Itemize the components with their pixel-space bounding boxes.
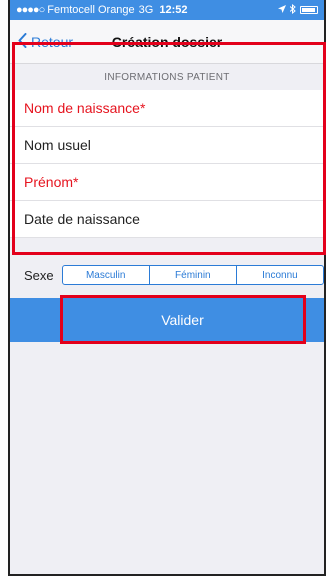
back-button[interactable]: Retour [18,20,73,64]
sex-segmented-control: Masculin Féminin Inconnu [61,265,324,285]
back-label: Retour [31,34,74,50]
battery-icon [300,6,318,14]
network-type: 3G [138,4,154,16]
birth-name-input[interactable] [24,100,324,116]
submit-button[interactable]: Valider [60,298,305,342]
usual-name-input[interactable] [24,137,324,153]
sex-label: Sexe [24,267,54,283]
navigation-bar: Création dossier Retour [10,20,324,64]
sex-option-masculin[interactable]: Masculin [63,266,150,284]
first-name-input[interactable] [24,174,324,190]
phone-screen: ●●●●○ Femtocell Orange 3G 12:52 Création… [8,0,326,576]
submit-bar: Valider [10,298,324,342]
birth-name-field[interactable] [10,90,324,127]
status-icons [278,3,318,17]
signal-strength-icon: ●●●●○ [16,4,45,16]
first-name-field[interactable] [10,164,324,201]
sex-option-feminin[interactable]: Féminin [150,266,237,284]
birth-date-input[interactable] [24,211,324,227]
carrier-name: Femtocell Orange [47,4,135,16]
status-bar: ●●●●○ Femtocell Orange 3G 12:52 [10,0,324,20]
sex-option-inconnu[interactable]: Inconnu [237,266,323,284]
section-header: INFORMATIONS PATIENT [10,64,324,90]
status-time: 12:52 [159,4,188,16]
patient-fields [10,90,324,238]
sex-selector-row: Sexe Masculin Féminin Inconnu [10,260,324,290]
chevron-left-icon [18,33,31,51]
bluetooth-icon [289,3,296,17]
usual-name-field[interactable] [10,127,324,164]
birth-date-field[interactable] [10,201,324,238]
location-icon [278,4,286,16]
